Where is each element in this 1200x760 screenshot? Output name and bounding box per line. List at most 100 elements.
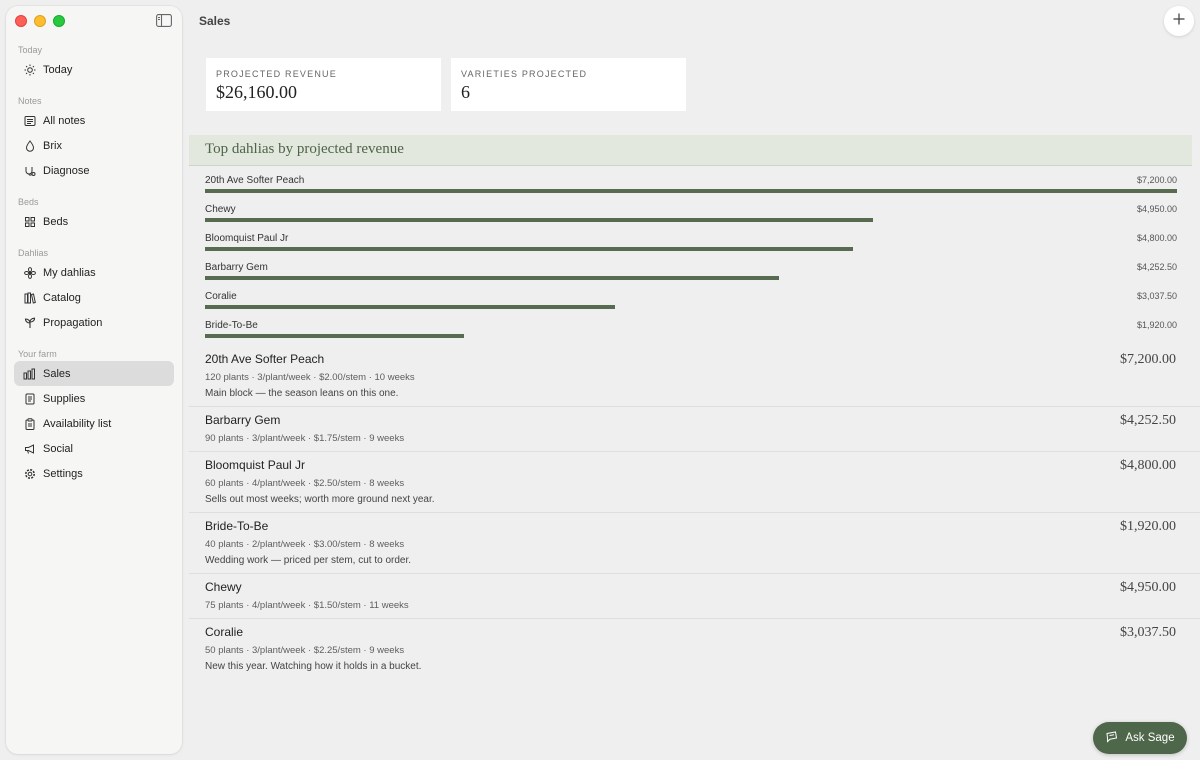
sidebar-item-label: Brix: [43, 139, 62, 152]
variety-price: $4,800.00: [1120, 458, 1176, 473]
sun-icon: [23, 63, 36, 76]
clipboard-icon: [23, 417, 36, 430]
bar: [205, 218, 874, 222]
bar-value-label: $3,037.50: [1136, 291, 1177, 301]
gear-icon: [23, 467, 36, 480]
variety-price: $1,920.00: [1120, 519, 1176, 534]
sidebar-item-today[interactable]: Today: [14, 57, 174, 82]
variety-list-item[interactable]: Chewy 75 plants · 4/plant/week · $1.50/st…: [189, 574, 1200, 619]
sidebar-item-label: Availability list: [43, 417, 112, 430]
variety-name: Barbarry Gem: [205, 413, 281, 427]
varieties-projected-value: 6: [461, 82, 470, 102]
sidebar-item-all-notes[interactable]: All notes: [14, 108, 174, 133]
sidebar-item-availability-list[interactable]: Availability list: [14, 411, 174, 436]
sidebar-item-diagnose[interactable]: Diagnose: [14, 158, 174, 183]
variety-name: Bride-To-Be: [205, 519, 269, 533]
bar: [205, 189, 1177, 193]
variety-note: Wedding work — priced per stem, cut to o…: [205, 555, 412, 566]
sidebar-item-label: Supplies: [43, 392, 86, 405]
section-label-beds: Beds: [18, 197, 39, 207]
sidebar-item-label: Settings: [43, 467, 83, 480]
bar-row: Chewy $4,950.00: [205, 202, 1177, 231]
variety-name: Chewy: [205, 580, 242, 594]
close-window-button[interactable]: [15, 15, 27, 27]
variety-meta: 75 plants · 4/plant/week · $1.50/stem · …: [205, 600, 409, 611]
variety-price: $4,252.50: [1120, 413, 1176, 428]
variety-list-item[interactable]: Barbarry Gem 90 plants · 3/plant/week · $…: [189, 407, 1200, 452]
megaphone-icon: [23, 442, 36, 455]
bar-label: Bride-To-Be: [205, 320, 258, 331]
sidebar-item-label: Social: [43, 442, 73, 455]
notes-icon: [23, 114, 36, 127]
bar-row: 20th Ave Softer Peach $7,200.00: [205, 173, 1177, 202]
variety-list-item[interactable]: Bride-To-Be 40 plants · 2/plant/week · $3…: [189, 513, 1200, 574]
bar-track: [205, 218, 1177, 222]
document-icon: [23, 392, 36, 405]
sidebar: Today Today Notes All notes Brix Diagnos…: [6, 6, 182, 754]
sidebar-item-catalog[interactable]: Catalog: [14, 285, 174, 310]
sidebar-item-settings[interactable]: Settings: [14, 461, 174, 486]
bar-track: [205, 276, 1177, 280]
variety-meta: 50 plants · 3/plant/week · $2.25/stem · …: [205, 645, 405, 656]
bar-value-label: $4,252.50: [1136, 262, 1177, 272]
projected-revenue-card: PROJECTED REVENUE $26,160.00: [206, 58, 441, 111]
variety-name: 20th Ave Softer Peach: [205, 352, 325, 366]
variety-price: $4,950.00: [1120, 580, 1176, 595]
zoom-window-button[interactable]: [53, 15, 65, 27]
drop-icon: [23, 139, 36, 152]
plus-icon: [1172, 12, 1186, 31]
variety-note: Main block — the season leans on this on…: [205, 388, 399, 399]
bar-track: [205, 247, 1177, 251]
sidebar-nav: Today Today Notes All notes Brix Diagnos…: [14, 44, 174, 486]
section-label-today: Today: [18, 45, 43, 55]
chart-title: Top dahlias by projected revenue: [205, 141, 404, 157]
variety-list: 20th Ave Softer Peach 120 plants · 3/plan…: [189, 346, 1200, 680]
bar-row: Barbarry Gem $4,252.50: [205, 260, 1177, 289]
bar-label: Bloomquist Paul Jr: [205, 233, 289, 244]
bar-row: Coralie $3,037.50: [205, 289, 1177, 318]
sidebar-item-social[interactable]: Social: [14, 436, 174, 461]
sidebar-item-propagation[interactable]: Propagation: [14, 310, 174, 335]
sidebar-item-beds[interactable]: Beds: [14, 209, 174, 234]
variety-name: Coralie: [205, 625, 244, 639]
bar-track: [205, 334, 1177, 338]
add-button[interactable]: [1164, 6, 1194, 36]
ask-sage-label: Ask Sage: [1125, 732, 1175, 744]
ask-sage-button[interactable]: Ask Sage: [1093, 722, 1187, 754]
variety-note: New this year. Watching how it holds in …: [205, 661, 422, 672]
minimize-window-button[interactable]: [34, 15, 46, 27]
variety-list-item[interactable]: 20th Ave Softer Peach 120 plants · 3/plan…: [189, 346, 1200, 407]
sidebar-item-sales[interactable]: Sales: [14, 361, 174, 386]
varieties-projected-label: VARIETIES PROJECTED: [461, 69, 588, 79]
sidebar-item-supplies[interactable]: Supplies: [14, 386, 174, 411]
bar-value-label: $7,200.00: [1136, 175, 1177, 185]
sidebar-item-label: Sales: [43, 367, 71, 380]
variety-price: $3,037.50: [1120, 625, 1176, 640]
variety-note: Sells out most weeks; worth more ground …: [205, 494, 435, 505]
sprout-icon: [23, 316, 36, 329]
bar-label: 20th Ave Softer Peach: [205, 175, 305, 186]
revenue-bar-chart: 20th Ave Softer Peach $7,200.00 Chewy $4,95…: [205, 173, 1177, 347]
sidebar-item-label: Diagnose: [43, 164, 90, 177]
sidebar-item-my-dahlias[interactable]: My dahlias: [14, 260, 174, 285]
bar-label: Barbarry Gem: [205, 262, 268, 273]
bar-value-label: $4,800.00: [1136, 233, 1177, 243]
chat-icon: [1105, 730, 1118, 746]
bar: [205, 247, 853, 251]
sidebar-toggle-icon[interactable]: [156, 14, 172, 27]
sidebar-item-label: Propagation: [43, 316, 103, 329]
bar-row: Bloomquist Paul Jr $4,800.00: [205, 231, 1177, 260]
bar-label: Coralie: [205, 291, 237, 302]
varieties-projected-card: VARIETIES PROJECTED 6: [451, 58, 686, 111]
projected-revenue-value: $26,160.00: [216, 82, 297, 102]
page-title: Sales: [199, 14, 231, 28]
section-label-notes: Notes: [18, 96, 42, 106]
variety-meta: 90 plants · 3/plant/week · $1.75/stem · …: [205, 433, 405, 444]
sidebar-item-label: Beds: [43, 215, 69, 228]
grid-icon: [23, 215, 36, 228]
sidebar-item-brix[interactable]: Brix: [14, 133, 174, 158]
variety-list-item[interactable]: Bloomquist Paul Jr 60 plants · 4/plant/we…: [189, 452, 1200, 513]
variety-meta: 120 plants · 3/plant/week · $2.00/stem ·…: [205, 372, 415, 383]
flower-icon: [23, 266, 36, 279]
variety-list-item[interactable]: Coralie 50 plants · 3/plant/week · $2.25/…: [189, 619, 1200, 680]
